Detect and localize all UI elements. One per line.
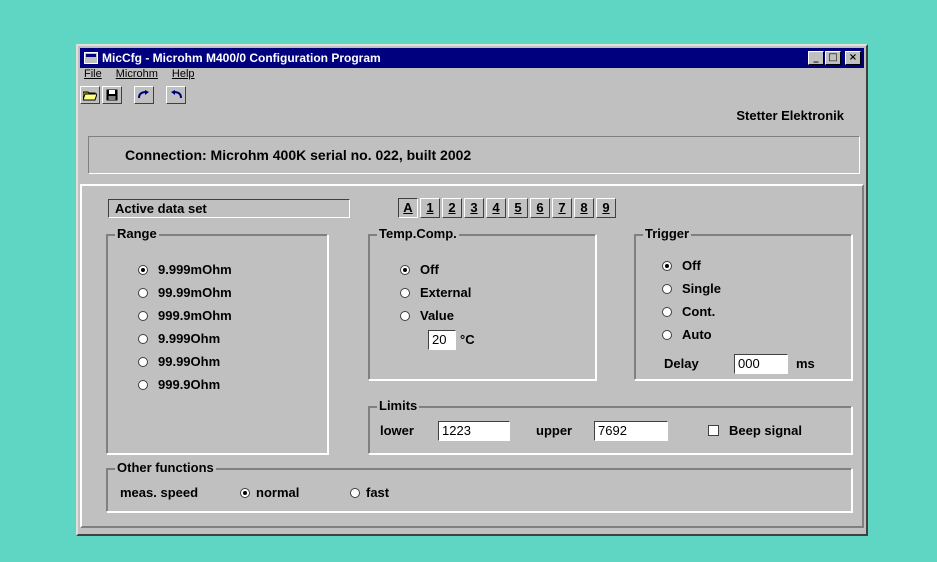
close-button[interactable]: × (845, 51, 861, 65)
trigger-option[interactable]: Cont. (662, 304, 715, 319)
connection-text: Connection: Microhm 400K serial no. 022,… (125, 147, 472, 163)
temp-comp-group: Temp.Comp. (368, 226, 596, 380)
title-bar[interactable]: MicCfg - Microhm M400/0 Configuration Pr… (80, 48, 864, 68)
beep-signal-label: Beep signal (729, 423, 802, 438)
tab-5[interactable]: 5 (508, 198, 528, 218)
window-title: MicCfg - Microhm M400/0 Configuration Pr… (102, 51, 381, 65)
radio-button[interactable] (350, 487, 360, 498)
open-folder-icon[interactable] (80, 86, 100, 104)
option-label: Cont. (682, 304, 716, 319)
trigger-option[interactable]: Off (662, 258, 701, 273)
radio-button[interactable] (138, 264, 148, 275)
temp-comp-option[interactable]: Off (400, 262, 439, 277)
radio-button[interactable] (662, 260, 672, 271)
radio-button[interactable] (138, 356, 148, 367)
temp-comp-group-label: Temp.Comp. (377, 226, 459, 241)
menu-bar: File Microhm Help (82, 68, 195, 84)
delay-label: Delay (664, 356, 699, 371)
radio-button[interactable] (240, 487, 250, 498)
trigger-option[interactable]: Single (662, 281, 721, 296)
trigger-group-label: Trigger (643, 226, 692, 241)
option-label: Auto (682, 327, 712, 342)
menu-microhm[interactable]: Microhm (116, 68, 158, 84)
radio-button[interactable] (138, 287, 148, 298)
data-set-tabs: A 1 2 3 4 5 6 7 8 9 (398, 198, 616, 218)
undo-icon[interactable] (166, 86, 186, 104)
option-label: 9.999Ohm (158, 331, 221, 346)
temp-comp-option[interactable]: Value (400, 308, 454, 323)
radio-button[interactable] (400, 287, 410, 298)
upper-limit-input[interactable]: 7692 (594, 421, 668, 441)
save-disk-icon[interactable] (102, 86, 122, 104)
option-label: normal (256, 485, 300, 500)
radio-button[interactable] (138, 310, 148, 321)
option-label: fast (366, 485, 390, 500)
redo-icon[interactable] (134, 86, 154, 104)
company-name: Stetter Elektronik (736, 108, 844, 123)
other-functions-group: Other functions (106, 460, 852, 512)
tab-1[interactable]: 1 (420, 198, 440, 218)
tab-2[interactable]: 2 (442, 198, 462, 218)
range-option[interactable]: 99.99mOhm (138, 285, 232, 300)
checkbox[interactable] (708, 425, 719, 436)
other-functions-group-label: Other functions (115, 460, 216, 475)
range-group-label: Range (115, 226, 159, 241)
option-label: 99.99Ohm (158, 354, 221, 369)
temp-unit: °C (460, 332, 475, 347)
system-menu-icon[interactable] (84, 52, 98, 64)
radio-button[interactable] (138, 379, 148, 390)
connection-status: Connection: Microhm 400K serial no. 022,… (88, 136, 860, 174)
lower-limit-label: lower (380, 423, 414, 438)
menu-help[interactable]: Help (172, 68, 195, 84)
minimize-button[interactable]: _ (808, 51, 824, 65)
maximize-button[interactable]: □ (825, 51, 841, 65)
beep-signal-checkbox[interactable]: Beep signal (708, 423, 802, 438)
range-option[interactable]: 9.999Ohm (138, 331, 220, 346)
menu-file[interactable]: File (84, 68, 102, 84)
lower-limit-input[interactable]: 1223 (438, 421, 510, 441)
option-label: 99.99mOhm (158, 285, 232, 300)
toolbar (80, 86, 186, 104)
trigger-option[interactable]: Auto (662, 327, 712, 342)
range-option[interactable]: 999.9mOhm (138, 308, 232, 323)
tab-4[interactable]: 4 (486, 198, 506, 218)
range-option[interactable]: 9.999mOhm (138, 262, 232, 277)
tab-3[interactable]: 3 (464, 198, 484, 218)
tab-a[interactable]: A (398, 198, 418, 218)
radio-button[interactable] (400, 310, 410, 321)
speed-option-fast[interactable]: fast (350, 485, 389, 500)
option-label: Value (420, 308, 454, 323)
option-label: Off (420, 262, 439, 277)
upper-limit-label: upper (536, 423, 573, 438)
tab-6[interactable]: 6 (530, 198, 550, 218)
tab-9[interactable]: 9 (596, 198, 616, 218)
main-window: MicCfg - Microhm M400/0 Configuration Pr… (76, 44, 868, 536)
radio-button[interactable] (662, 329, 672, 340)
radio-button[interactable] (662, 283, 672, 294)
speed-option-normal[interactable]: normal (240, 485, 299, 500)
option-label: 999.9Ohm (158, 377, 221, 392)
tab-7[interactable]: 7 (552, 198, 572, 218)
limits-group-label: Limits (377, 398, 420, 413)
tab-8[interactable]: 8 (574, 198, 594, 218)
delay-input[interactable]: 000 (734, 354, 788, 374)
range-option[interactable]: 99.99Ohm (138, 354, 220, 369)
option-label: 999.9mOhm (158, 308, 232, 323)
radio-button[interactable] (400, 264, 410, 275)
option-label: Off (682, 258, 701, 273)
option-label: External (420, 285, 472, 300)
delay-unit: ms (796, 356, 815, 371)
temp-value-input[interactable]: 20 (428, 330, 456, 350)
option-label: 9.999mOhm (158, 262, 232, 277)
radio-button[interactable] (662, 306, 672, 317)
option-label: Single (682, 281, 722, 296)
meas-speed-label: meas. speed (120, 485, 199, 500)
range-option[interactable]: 999.9Ohm (138, 377, 220, 392)
active-data-set-label: Active data set (108, 199, 350, 218)
temp-comp-option[interactable]: External (400, 285, 471, 300)
radio-button[interactable] (138, 333, 148, 344)
